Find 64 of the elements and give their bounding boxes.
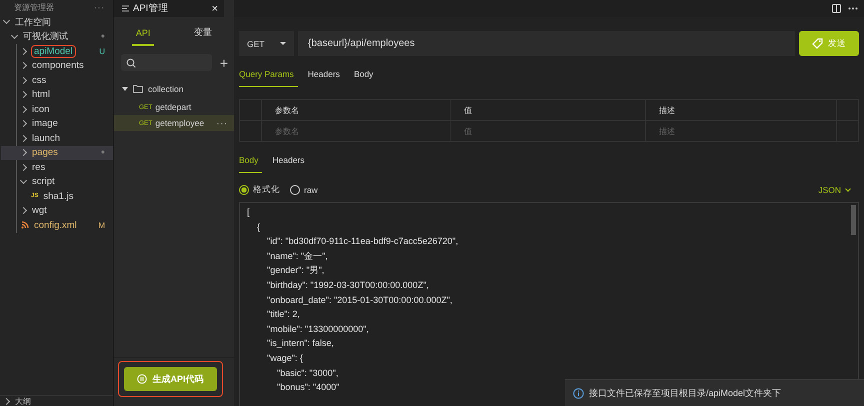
code-line: "bonus": "4000" (276, 381, 340, 394)
list-circle-icon (137, 374, 148, 384)
code-line: "onboard_date": "2015-01-30T00:00:00.000Z", (266, 294, 452, 307)
tree-item[interactable]: config.xml M (1, 218, 113, 232)
code-line: "wage": { (266, 352, 303, 365)
editor-tab[interactable]: API管理 × (114, 0, 224, 17)
format-radio[interactable]: 格式化 (239, 184, 280, 196)
code-line: "name": "金一", (266, 250, 328, 263)
search-icon (126, 58, 136, 68)
tab[interactable]: 变量 (190, 23, 216, 46)
rss-icon (21, 221, 29, 230)
code-line: [ (247, 206, 250, 219)
tag-icon (812, 38, 823, 49)
tree-item[interactable]: components (1, 58, 113, 73)
tree-item[interactable]: wgt (1, 204, 113, 218)
folder-icon (133, 85, 143, 93)
add-button[interactable]: + (220, 56, 228, 70)
more-button[interactable]: ··· (94, 3, 105, 12)
code-line: "mobile": "13300000000", (266, 322, 369, 336)
column-header: 值 (464, 104, 472, 116)
tab[interactable]: Headers (308, 65, 344, 87)
split-editor-icon[interactable] (832, 4, 841, 13)
tree-item[interactable]: html (1, 88, 113, 102)
tree-item[interactable]: css (1, 73, 113, 88)
tree-item[interactable]: launch (1, 131, 113, 146)
param-input[interactable]: 值 (464, 126, 645, 136)
collection-folder[interactable]: collection (114, 79, 234, 99)
notification-text: 接口文件已保存至项目根目录/apiModel文件夹下 (589, 386, 782, 400)
tree-item[interactable]: icon (1, 102, 113, 116)
tab[interactable]: Body (239, 151, 262, 173)
tree-item[interactable]: script (1, 174, 113, 189)
panel-title: 资源管理器 (14, 2, 54, 13)
code-line: "gender": "男", (266, 264, 324, 278)
scrollbar[interactable] (851, 205, 856, 235)
format-radio[interactable]: raw (290, 185, 318, 195)
document-icon (122, 5, 129, 12)
search-field[interactable] (121, 54, 212, 71)
tree-item[interactable]: res (1, 160, 113, 174)
tab[interactable]: API (132, 23, 154, 46)
code-line: "basic": "3000", (276, 366, 338, 380)
more-button[interactable]: ··· (216, 118, 228, 128)
close-icon[interactable]: × (212, 2, 218, 14)
tab[interactable]: Body (354, 65, 378, 87)
method-dropdown[interactable]: GET (239, 31, 294, 56)
code-line: "id": "bd30df70-911c-11ea-bdf9-c7acc5e26720", (266, 235, 458, 248)
code-line: "birthday": "1992-03-30T00:00:00.000Z", (266, 278, 429, 292)
more-icon[interactable] (848, 7, 858, 10)
column-header: 描述 (659, 104, 675, 116)
code-line: { (256, 220, 260, 234)
column-header: 参数名 (275, 104, 299, 116)
param-input[interactable]: 参数名 (275, 126, 450, 136)
code-line: "title": 2, (266, 308, 300, 322)
code-line: "is_intern": false, (266, 337, 334, 350)
tab[interactable]: Query Params (239, 65, 298, 87)
url-field[interactable]: {baseurl}/api/employees (298, 31, 795, 56)
tab[interactable]: Headers (272, 151, 309, 173)
tree-item[interactable]: image (1, 116, 113, 131)
language-dropdown[interactable]: JSON (818, 185, 850, 195)
tree-item[interactable]: 工作空间 (0, 15, 113, 30)
tree-item[interactable]: apiModel U (1, 44, 113, 58)
param-input[interactable]: 描述 (659, 126, 836, 136)
outline-section[interactable]: 大纲 (0, 395, 113, 406)
caret-icon (280, 42, 286, 45)
info-icon (573, 388, 584, 398)
